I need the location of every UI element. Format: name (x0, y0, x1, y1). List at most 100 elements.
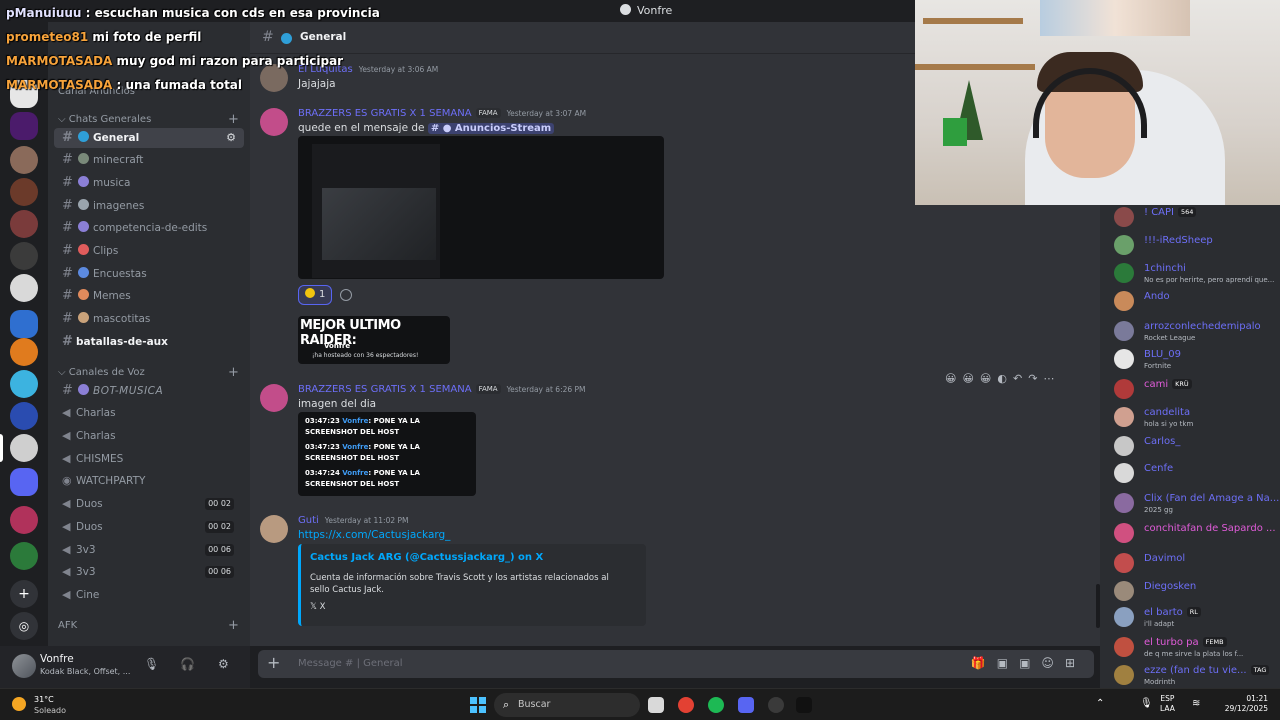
embedded-image[interactable] (298, 136, 664, 279)
add-channel-icon[interactable]: + (228, 618, 239, 633)
server-icon[interactable] (10, 146, 38, 174)
server-icon[interactable] (10, 310, 38, 338)
member-item[interactable]: Clix (Fan del Amage a Na... 2025 gg (1114, 491, 1280, 517)
member-item[interactable]: 1chinchi No es por herirte, pero aprendí … (1114, 261, 1280, 287)
sun-icon (12, 697, 26, 711)
server-icon[interactable] (10, 542, 38, 570)
add-channel-icon[interactable]: + (228, 365, 239, 380)
attach-plus-icon[interactable]: + (267, 653, 280, 672)
clock[interactable]: 01:21 29/12/2025 (1224, 694, 1268, 714)
message-link[interactable]: https://x.com/Cactusjackarg_ (298, 529, 450, 541)
member-item[interactable]: candelita hola si yo tkm (1114, 405, 1280, 431)
add-channel-icon[interactable]: + (228, 112, 239, 127)
member-item[interactable]: arrozconlechedemipalo Rocket League (1114, 319, 1280, 345)
embed-title[interactable]: Cactus Jack ARG (@Cactussjackarg_) on X (310, 552, 543, 563)
member-item[interactable]: Ando (1114, 289, 1280, 315)
member-item[interactable]: cami KRÜ (1114, 377, 1280, 403)
member-item[interactable]: ezze (fan de tu vie... TAG Modrinth (1114, 663, 1280, 688)
server-icon[interactable] (10, 242, 38, 270)
channel-settings-icons[interactable]: ⚙ (226, 128, 236, 148)
member-item[interactable]: BLU_09 Fortnite (1114, 347, 1280, 373)
language-indicator[interactable]: ESP LAA (1160, 694, 1175, 714)
wifi-icon[interactable]: ≋ (1192, 698, 1200, 709)
avatar[interactable] (260, 108, 288, 136)
discord-icon[interactable] (738, 697, 754, 713)
taskbar-search[interactable]: ⌕ Buscar (494, 693, 640, 717)
chrome-icon[interactable] (678, 697, 694, 713)
voice-channel-duos[interactable]: ◀ Duos 00 02 (54, 517, 244, 537)
voice-channel-cine[interactable]: ◀ Cine (54, 585, 244, 605)
gear-icon[interactable]: ⚙ (218, 657, 229, 671)
file-explorer-icon[interactable] (648, 697, 664, 713)
message-input[interactable]: Message # | General (298, 658, 403, 669)
member-item[interactable]: Cenfe (1114, 461, 1280, 487)
category-afk[interactable]: AFK + (58, 618, 239, 633)
microphone-icon[interactable]: 🎙 (1140, 698, 1153, 709)
member-item[interactable]: !!!-iRedSheep (1114, 233, 1280, 259)
chevron-up-icon[interactable]: ⌃ (1096, 698, 1104, 709)
server-icon[interactable] (10, 402, 38, 430)
channel-competencia-de-edits[interactable]: # competencia-de-edits (54, 218, 244, 238)
channel-batallas-de-aux[interactable]: # batallas-de-aux (54, 332, 244, 352)
channel-mention[interactable]: # ● Anuncios-Stream (427, 123, 555, 134)
discover-icon[interactable]: ◎ (10, 612, 38, 640)
avatar[interactable] (260, 515, 288, 543)
voice-channel-bot-musica[interactable]: # BOT-MUSICA (54, 381, 244, 401)
server-icon[interactable] (10, 468, 38, 496)
spotify-icon[interactable] (708, 697, 724, 713)
chat-log-image[interactable]: 03:47:23 Vonfre: PONE YA LA SCREENSHOT D… (298, 412, 476, 496)
channel-minecraft[interactable]: # minecraft (54, 150, 244, 170)
voice-channel-chismes[interactable]: ◀ CHISMES (54, 449, 244, 469)
member-item[interactable]: el turbo pa FEMB de q me sirve la plata lo… (1114, 635, 1280, 661)
headphones-icon[interactable]: 🎧 (180, 657, 195, 671)
server-icon[interactable] (10, 112, 38, 140)
add-server-icon[interactable]: + (10, 580, 38, 608)
voice-channel-3v3[interactable]: ◀ 3v3 00 06 (54, 540, 244, 560)
member-status: hola si yo tkm (1144, 420, 1194, 428)
server-icon[interactable] (10, 506, 38, 534)
server-icon[interactable] (10, 274, 38, 302)
message-composer[interactable]: + Message # | General 🎁▣▣☺⊞ (258, 650, 1094, 678)
server-icon[interactable] (10, 178, 38, 206)
category-chats-generales[interactable]: ⌵ Chats Generales + (58, 112, 239, 127)
message-author[interactable]: BRAZZERS ES GRATIS X 1 SEMANA FAMA Yesterd… (298, 108, 586, 119)
channel-general[interactable]: # General ⚙ (54, 128, 244, 148)
channel-musica[interactable]: # musica (54, 173, 244, 193)
voice-channel-duos[interactable]: ◀ Duos 00 02 (54, 494, 244, 514)
tiktok-icon[interactable] (796, 697, 812, 713)
composer-tools[interactable]: 🎁▣▣☺⊞ (971, 656, 1086, 670)
avatar[interactable] (260, 64, 288, 92)
windows-start-icon[interactable] (470, 697, 486, 713)
channel-memes[interactable]: # Memes (54, 286, 244, 306)
server-icon[interactable] (10, 210, 38, 238)
raider-card-image[interactable]: MEJOR ULTIMO RAIDER: Vonfre ¡ha hosteado… (298, 316, 450, 364)
category-canales-de-voz[interactable]: ⌵ Canales de Voz + (58, 365, 239, 380)
reaction-button[interactable]: 1 (298, 285, 332, 305)
server-icon[interactable] (10, 338, 38, 366)
member-item[interactable]: Carlos_ (1114, 434, 1280, 460)
voice-channel-charlas[interactable]: ◀ Charlas (54, 426, 244, 446)
member-item[interactable]: ! CAPI 564 (1114, 205, 1280, 231)
voice-channel-3v3[interactable]: ◀ 3v3 00 06 (54, 562, 244, 582)
obs-icon[interactable] (768, 697, 784, 713)
member-item[interactable]: Diegosken (1114, 579, 1280, 605)
message-actions-toolbar[interactable]: 😀😀😀◐↶↷⋯ (945, 372, 1080, 392)
server-icon[interactable] (10, 370, 38, 398)
channel-mascotitas[interactable]: # mascotitas (54, 309, 244, 329)
server-icon[interactable] (10, 434, 38, 462)
add-reaction-icon[interactable] (340, 289, 352, 301)
message-author[interactable]: Guti Yesterday at 11:02 PM (298, 515, 409, 526)
avatar[interactable] (260, 384, 288, 412)
message-author[interactable]: BRAZZERS ES GRATIS X 1 SEMANA FAMA Yesterd… (298, 384, 586, 395)
voice-channel-charlas[interactable]: ◀ Charlas (54, 403, 244, 423)
member-item[interactable]: el barto RL i'll adapt (1114, 605, 1280, 631)
channel-imagenes[interactable]: # imagenes (54, 196, 244, 216)
microphone-icon[interactable]: 🎙 (144, 657, 159, 671)
member-item[interactable]: Davimol (1114, 551, 1280, 577)
channel-encuestas[interactable]: # Encuestas (54, 264, 244, 284)
channel-clips[interactable]: # Clips (54, 241, 244, 261)
voice-channel-watchparty[interactable]: ◉ WATCHPARTY (54, 471, 244, 491)
avatar[interactable] (12, 654, 36, 678)
member-item[interactable]: conchitafan de Sapardo ... (1114, 521, 1280, 547)
desktop: Vonfre + ◎ Canal Anuncios ⌵ Chats Genera… (0, 0, 1280, 720)
